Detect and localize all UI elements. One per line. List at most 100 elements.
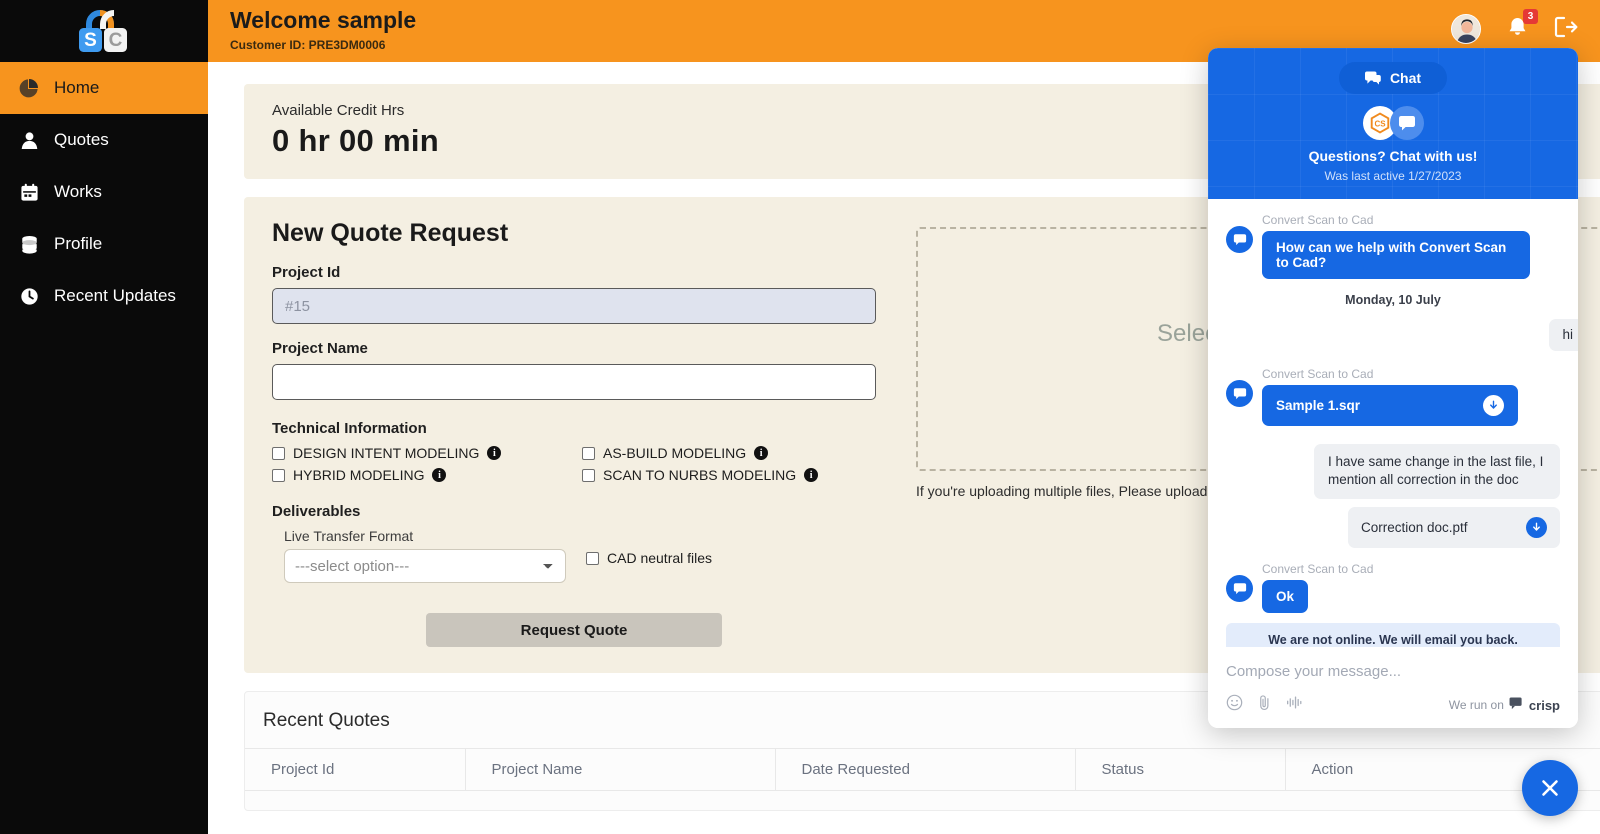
checkbox-cad-neutral-files[interactable]: CAD neutral files	[586, 550, 712, 566]
message-content: Convert Scan to Cad How can we help with…	[1262, 213, 1530, 279]
message-incoming: Convert Scan to Cad How can we help with…	[1226, 213, 1560, 279]
chat-messages[interactable]: Convert Scan to Cad How can we help with…	[1208, 199, 1578, 647]
column-date-requested[interactable]: Date Requested	[775, 748, 1076, 791]
chat-close-button[interactable]	[1522, 760, 1578, 816]
checkbox-as-build-modeling[interactable]: AS-BUILD MODELING i	[582, 445, 892, 461]
project-id-label: Project Id	[272, 264, 341, 281]
close-icon	[1542, 780, 1558, 796]
header-titles: Welcome sample Customer ID: PRE3DM0006	[230, 6, 416, 52]
sidebar-item-quotes[interactable]: Quotes	[0, 114, 208, 166]
logout-icon	[1554, 16, 1578, 37]
file-message-bubble[interactable]: Sample 1.sqr	[1262, 385, 1518, 427]
message-author: Convert Scan to Cad	[1262, 367, 1374, 382]
checkbox-label: DESIGN INTENT MODELING	[293, 445, 480, 461]
column-status[interactable]: Status	[1075, 748, 1286, 791]
clock-icon	[18, 285, 40, 307]
emoji-icon[interactable]	[1226, 694, 1243, 716]
message-row: Convert Scan to Cad Sample 1.sqr	[1226, 367, 1560, 427]
project-name-input[interactable]	[272, 364, 876, 400]
brand-hex-icon: CS	[1370, 112, 1389, 134]
page-title: Welcome sample	[230, 7, 417, 33]
message-outgoing: I have same change in the last file, I m…	[1226, 444, 1560, 499]
message-outgoing-file: Correction doc.ptf	[1226, 506, 1560, 548]
sidebar-item-profile[interactable]: Profile	[0, 218, 208, 270]
chat-widget: Chat CS Questions? Chat with us! Was las…	[1208, 48, 1578, 728]
customer-id: Customer ID: PRE3DM0006	[230, 37, 386, 52]
download-icon[interactable]	[1526, 516, 1547, 538]
recent-quotes-table: Project Id Project Name Date Requested S…	[245, 748, 1600, 791]
operator-bubble-avatar-icon	[1226, 226, 1253, 253]
live-transfer-format-field: Live Transfer Format ---select option---	[272, 528, 566, 583]
file-message-bubble[interactable]: Correction doc.ptf	[1348, 506, 1560, 548]
footer-run-on-label: We run on	[1448, 698, 1504, 712]
chat-heading: Questions? Chat with us!	[1308, 148, 1478, 164]
message-bubble: hi	[1549, 319, 1578, 352]
compose-input[interactable]	[1226, 647, 1560, 694]
column-project-name[interactable]: Project Name	[465, 748, 776, 791]
avatar[interactable]	[1451, 14, 1481, 44]
info-icon[interactable]: i	[432, 468, 447, 482]
chat-subheading: Was last active 1/27/2023	[1324, 169, 1462, 183]
file-name: Sample 1.sqr	[1276, 398, 1361, 414]
checkbox-hybrid-modeling[interactable]: HYBRID MODELING i	[272, 467, 582, 483]
chat-tab[interactable]: Chat	[1338, 62, 1448, 94]
chat-header: Chat CS Questions? Chat with us! Was las…	[1208, 48, 1578, 199]
crisp-branding[interactable]: We run on crisp	[1449, 697, 1560, 713]
checkbox-box[interactable]	[582, 468, 595, 482]
sc-padlock-logo-icon: S C	[73, 7, 135, 55]
request-quote-button[interactable]: Request Quote	[426, 613, 722, 647]
svg-text:S: S	[84, 30, 97, 51]
user-icon	[18, 129, 40, 151]
project-id-input[interactable]	[272, 288, 876, 324]
crisp-brand-name: crisp	[1528, 697, 1560, 713]
chat-footer: We run on crisp	[1208, 647, 1578, 728]
info-icon[interactable]: i	[487, 446, 502, 460]
brand-logo[interactable]: S C	[0, 0, 208, 62]
checkbox-label: SCAN TO NURBS MODELING	[603, 467, 797, 483]
chat-footer-icons	[1226, 694, 1303, 716]
sidebar-item-home[interactable]: Home	[0, 62, 208, 114]
checkbox-box[interactable]	[586, 551, 599, 565]
live-transfer-format-select[interactable]: ---select option---	[284, 549, 566, 583]
column-project-id[interactable]: Project Id	[245, 748, 466, 791]
notifications-button[interactable]: 3	[1507, 8, 1538, 43]
checkbox-box[interactable]	[272, 446, 285, 460]
svg-text:CS: CS	[1374, 119, 1386, 128]
sidebar-item-label: Quotes	[54, 130, 109, 149]
checkbox-design-intent-modeling[interactable]: DESIGN INTENT MODELING i	[272, 445, 582, 461]
calendar-icon	[18, 181, 40, 203]
checkbox-scan-to-nurbs-modeling[interactable]: SCAN TO NURBS MODELING i	[582, 467, 892, 483]
message-outgoing: hi	[1226, 319, 1578, 352]
message-bubble: Ok	[1262, 579, 1309, 613]
info-icon[interactable]: i	[804, 468, 819, 482]
sidebar-item-recent-updates[interactable]: Recent Updates	[0, 270, 208, 322]
info-icon[interactable]: i	[754, 446, 769, 460]
checkbox-label: AS-BUILD MODELING	[603, 445, 747, 461]
attachment-icon[interactable]	[1257, 694, 1272, 716]
table-header-row: Project Id Project Name Date Requested S…	[245, 748, 1600, 791]
sidebar-nav: Home Quotes Works Profile Recent Updates	[0, 62, 208, 322]
message-row: Convert Scan to Cad Ok	[1226, 562, 1560, 613]
sidebar-item-label: Works	[54, 182, 102, 201]
logout-button[interactable]	[1554, 16, 1578, 43]
chat-operators: CS	[1208, 106, 1578, 140]
crisp-logo-icon	[1509, 697, 1524, 713]
message-row: Convert Scan to Cad How can we help with…	[1226, 213, 1560, 279]
sidebar-item-label: Profile	[54, 234, 103, 253]
project-name-label: Project Name	[272, 340, 368, 357]
audio-waveform-icon[interactable]	[1286, 695, 1303, 715]
checkbox-box[interactable]	[272, 468, 285, 482]
deliverables-label: Deliverables	[272, 503, 361, 520]
main-area: Welcome sample Customer ID: PRE3DM0006 3…	[208, 0, 1600, 834]
sidebar-item-label: Recent Updates	[54, 286, 176, 305]
table-head: Project Id Project Name Date Requested S…	[245, 748, 1600, 791]
operator-bubble-avatar-icon	[1226, 574, 1253, 602]
sidebar-item-works[interactable]: Works	[0, 166, 208, 218]
operator-avatar-chat	[1389, 106, 1424, 140]
checkbox-box[interactable]	[582, 446, 595, 460]
message-author: Convert Scan to Cad	[1262, 213, 1374, 227]
download-icon[interactable]	[1483, 395, 1504, 417]
checkbox-label: HYBRID MODELING	[293, 467, 425, 483]
app-root: S C Home Quotes Works Profile Recent Upd…	[0, 0, 1600, 834]
checkbox-label: CAD neutral files	[607, 550, 713, 566]
